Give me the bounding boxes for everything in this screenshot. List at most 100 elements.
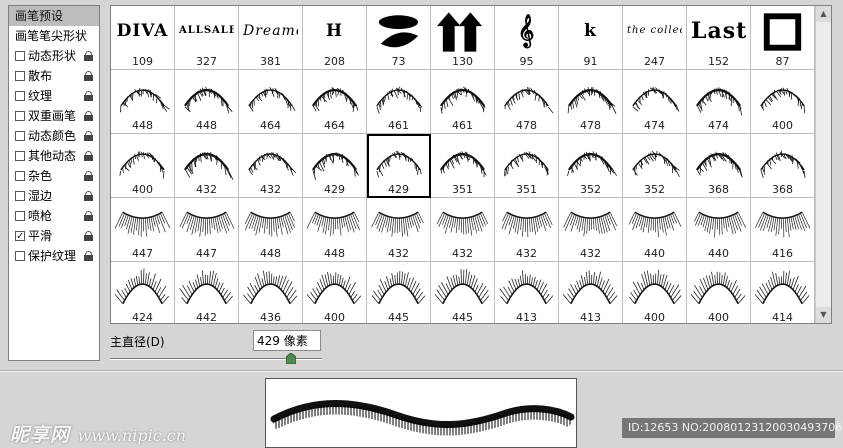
option-8[interactable]: 杂色: [9, 166, 99, 186]
lock-icon[interactable]: [84, 171, 93, 181]
brush-preset-tile[interactable]: 445: [367, 262, 431, 323]
brush-preset-tile[interactable]: 351: [431, 134, 495, 198]
brush-preset-grid: DIVA 109 ALLSALES 327 Dreamer 381 H 208 73 130 𝄞 95…: [110, 5, 832, 324]
brush-preset-tile[interactable]: 440: [623, 198, 687, 262]
brush-preset-tile[interactable]: 448: [239, 198, 303, 262]
option-checkbox[interactable]: [15, 151, 25, 161]
brush-preset-tile[interactable]: ALLSALES 327: [175, 6, 239, 70]
brush-preset-tile[interactable]: 448: [303, 198, 367, 262]
brush-preset-tile[interactable]: 𝄞 95: [495, 6, 559, 70]
option-12[interactable]: 保护纹理: [9, 246, 99, 266]
lock-icon[interactable]: [84, 251, 93, 261]
option-checkbox[interactable]: [15, 71, 25, 81]
scroll-down-arrow-icon[interactable]: ▼: [816, 307, 831, 323]
brush-preset-tile[interactable]: 442: [175, 262, 239, 323]
brush-preset-tile[interactable]: 87: [751, 6, 815, 70]
option-9[interactable]: 湿边: [9, 186, 99, 206]
option-checkbox[interactable]: [15, 227, 25, 247]
brush-preset-tile[interactable]: 400: [751, 70, 815, 134]
lock-icon[interactable]: [84, 131, 93, 141]
brush-preset-tile[interactable]: 368: [751, 134, 815, 198]
brush-preset-tile[interactable]: H 208: [303, 6, 367, 70]
scroll-up-arrow-icon[interactable]: ▲: [816, 6, 831, 22]
brush-preset-tile[interactable]: 440: [687, 198, 751, 262]
option-3[interactable]: 散布: [9, 66, 99, 86]
option-label: 双重画笔: [28, 109, 77, 123]
brush-preset-tile[interactable]: 447: [111, 198, 175, 262]
lock-icon[interactable]: [84, 111, 93, 121]
option-0[interactable]: 画笔预设: [9, 6, 99, 26]
brush-preset-tile[interactable]: k 91: [559, 6, 623, 70]
brush-preset-tile[interactable]: 416: [751, 198, 815, 262]
option-checkbox[interactable]: [15, 91, 25, 101]
brush-preset-tile[interactable]: 424: [111, 262, 175, 323]
option-checkbox[interactable]: [15, 211, 25, 221]
brush-preset-tile[interactable]: 478: [495, 70, 559, 134]
brush-preset-tile[interactable]: 429: [303, 134, 367, 198]
brush-preset-tile[interactable]: 400: [111, 134, 175, 198]
option-2[interactable]: 动态形状: [9, 46, 99, 66]
option-checkbox[interactable]: [15, 171, 25, 181]
brush-preset-tile[interactable]: 464: [303, 70, 367, 134]
option-checkbox[interactable]: [15, 131, 25, 141]
brush-preset-tile[interactable]: 448: [111, 70, 175, 134]
brush-preset-tile[interactable]: 447: [175, 198, 239, 262]
brush-preset-tile[interactable]: 436: [239, 262, 303, 323]
brush-preset-tile[interactable]: 474: [623, 70, 687, 134]
brush-preset-tile[interactable]: Last 152: [687, 6, 751, 70]
option-4[interactable]: 纹理: [9, 86, 99, 106]
brush-preset-tile[interactable]: 461: [431, 70, 495, 134]
brush-preset-tile[interactable]: 432: [239, 134, 303, 198]
brush-preset-tile[interactable]: 432: [367, 198, 431, 262]
brush-preset-tile[interactable]: Dreamer 381: [239, 6, 303, 70]
brush-preset-tile[interactable]: 351: [495, 134, 559, 198]
brush-preset-tile[interactable]: 432: [431, 198, 495, 262]
brush-preset-tile[interactable]: 400: [303, 262, 367, 323]
brush-preset-tile[interactable]: 400: [687, 262, 751, 323]
brush-size-label: 352: [644, 183, 665, 196]
diameter-input[interactable]: [253, 330, 321, 351]
grid-scrollbar[interactable]: ▲ ▼: [815, 6, 831, 323]
brush-preset-tile[interactable]: 400: [623, 262, 687, 323]
option-7[interactable]: 其他动态: [9, 146, 99, 166]
lock-icon[interactable]: [84, 51, 93, 61]
lock-icon[interactable]: [84, 231, 93, 241]
brush-preset-tile[interactable]: 461: [367, 70, 431, 134]
brush-preset-tile[interactable]: 368: [687, 134, 751, 198]
brush-preset-tile[interactable]: 413: [495, 262, 559, 323]
lock-icon[interactable]: [84, 91, 93, 101]
brush-preset-tile[interactable]: 414: [751, 262, 815, 323]
brush-preset-tile[interactable]: 352: [559, 134, 623, 198]
option-5[interactable]: 双重画笔: [9, 106, 99, 126]
brush-preset-tile[interactable]: 432: [559, 198, 623, 262]
brush-preset-tile[interactable]: 432: [175, 134, 239, 198]
brush-preset-tile[interactable]: 429: [367, 134, 431, 198]
option-checkbox[interactable]: [15, 251, 25, 261]
option-checkbox[interactable]: [15, 51, 25, 61]
lock-icon[interactable]: [84, 191, 93, 201]
option-10[interactable]: 喷枪: [9, 206, 99, 226]
brush-preset-tile[interactable]: 478: [559, 70, 623, 134]
brush-preset-tile[interactable]: 445: [431, 262, 495, 323]
diameter-slider-thumb[interactable]: [286, 353, 296, 364]
brush-preset-tile[interactable]: 432: [495, 198, 559, 262]
lock-icon[interactable]: [84, 211, 93, 221]
brush-thumbnail-icon: [691, 200, 746, 248]
lock-icon[interactable]: [84, 151, 93, 161]
brush-preset-tile[interactable]: 130: [431, 6, 495, 70]
option-1[interactable]: 画笔笔尖形状: [9, 26, 99, 46]
brush-preset-tile[interactable]: 352: [623, 134, 687, 198]
brush-preset-tile[interactable]: the collector 247: [623, 6, 687, 70]
brush-preset-tile[interactable]: 73: [367, 6, 431, 70]
brush-size-label: 368: [708, 183, 729, 196]
option-checkbox[interactable]: [15, 111, 25, 121]
brush-preset-tile[interactable]: DIVA 109: [111, 6, 175, 70]
brush-preset-tile[interactable]: 413: [559, 262, 623, 323]
brush-preset-tile[interactable]: 464: [239, 70, 303, 134]
option-11[interactable]: 平滑: [9, 226, 99, 247]
option-6[interactable]: 动态颜色: [9, 126, 99, 146]
brush-preset-tile[interactable]: 448: [175, 70, 239, 134]
lock-icon[interactable]: [84, 71, 93, 81]
brush-preset-tile[interactable]: 474: [687, 70, 751, 134]
option-checkbox[interactable]: [15, 191, 25, 201]
